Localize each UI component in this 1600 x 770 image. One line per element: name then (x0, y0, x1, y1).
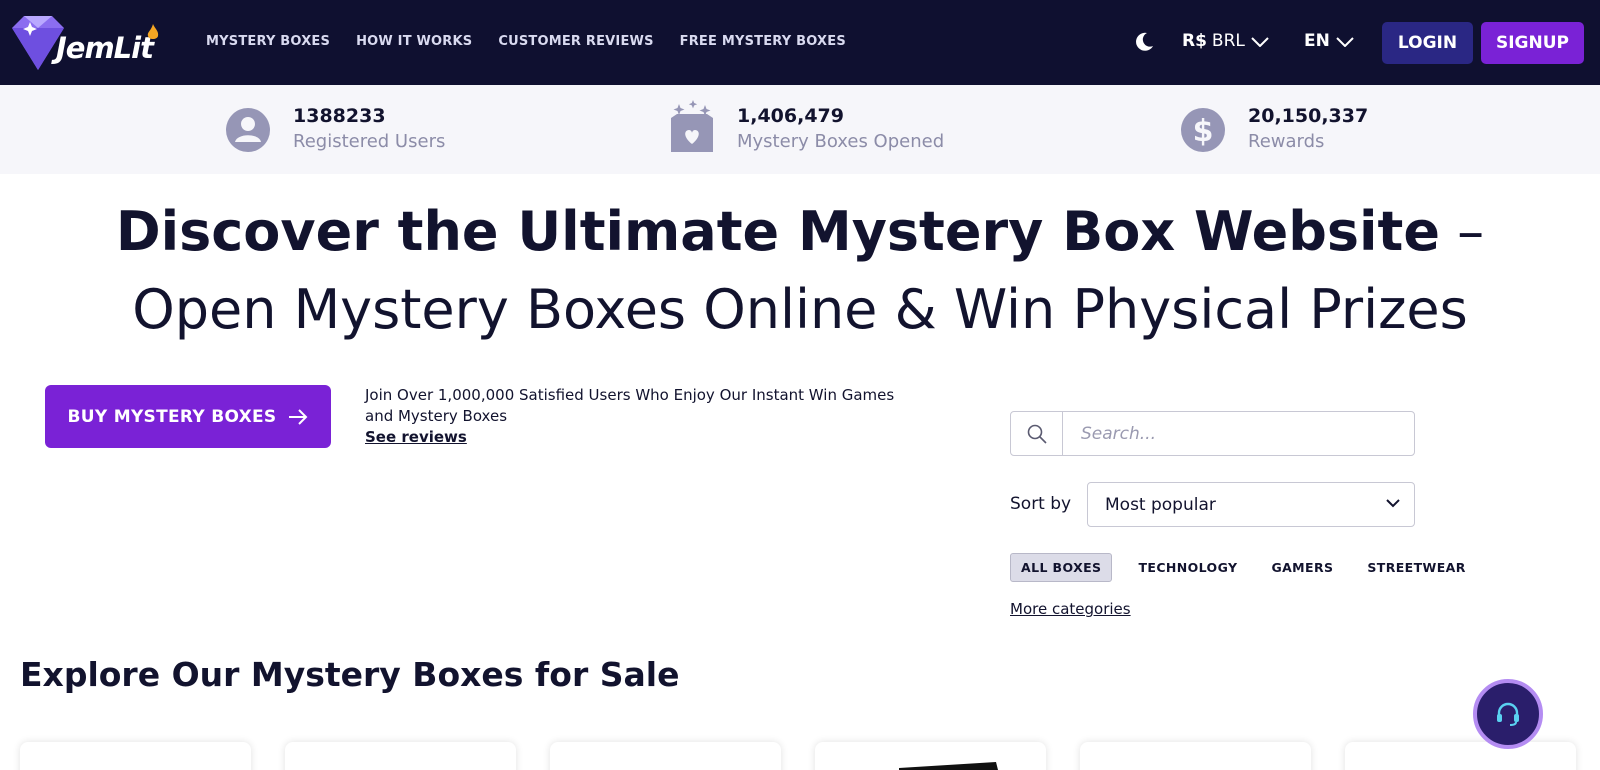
hero-heading: Discover the Ultimate Mystery Box Websit… (40, 193, 1560, 349)
chevron-down-icon (1386, 499, 1400, 508)
see-reviews-link[interactable]: See reviews (365, 427, 925, 448)
stat-label: Rewards (1248, 131, 1325, 152)
currency-selector[interactable]: R$ BRL (1182, 31, 1269, 51)
nav-customer-reviews[interactable]: CUSTOMER REVIEWS (498, 34, 653, 49)
stat-rewards: $ 20,150,337 Rewards (1180, 104, 1368, 156)
dollar-icon: $ (1181, 108, 1225, 152)
category-technology[interactable]: TECHNOLOGY (1138, 560, 1237, 575)
moon-icon[interactable] (1133, 31, 1155, 53)
headset-icon (1497, 702, 1519, 726)
search-icon[interactable] (1011, 412, 1063, 455)
hero-heading-bold: Discover the Ultimate Mystery Box Websit… (115, 200, 1440, 263)
buy-button-label: BUY MYSTERY BOXES (67, 406, 277, 427)
signup-button[interactable]: SIGNUP (1481, 22, 1584, 64)
explore-section-title: Explore Our Mystery Boxes for Sale (20, 655, 680, 694)
chevron-down-icon (1251, 37, 1269, 47)
currency-symbol: R$ (1182, 31, 1207, 51)
login-button[interactable]: LOGIN (1382, 22, 1473, 64)
stat-value: 1388233 (293, 105, 386, 127)
arrow-right-icon (289, 408, 308, 425)
stat-value: 20,150,337 (1248, 105, 1369, 127)
nav-mystery-boxes[interactable]: MYSTERY BOXES (206, 34, 330, 49)
user-icon (226, 108, 270, 152)
buy-mystery-boxes-button[interactable]: BUY MYSTERY BOXES (45, 385, 331, 448)
logo-text: JemLit (56, 31, 154, 65)
support-chat-button[interactable] (1473, 679, 1543, 749)
main-nav: MYSTERY BOXES HOW IT WORKS CUSTOMER REVI… (206, 34, 872, 49)
intro-block: Join Over 1,000,000 Satisfied Users Who … (365, 385, 925, 448)
category-streetwear[interactable]: STREETWEAR (1367, 560, 1465, 575)
box-thumbnail (898, 762, 998, 770)
category-all-boxes[interactable]: ALL BOXES (1010, 553, 1113, 582)
category-gamers[interactable]: GAMERS (1271, 560, 1333, 575)
more-categories-link[interactable]: More categories (1010, 600, 1131, 618)
stat-value: 1,406,479 (737, 105, 844, 127)
box-card[interactable] (815, 742, 1046, 770)
flame-icon (147, 24, 159, 39)
box-card[interactable] (285, 742, 516, 770)
stat-label: Mystery Boxes Opened (737, 131, 945, 152)
box-card[interactable] (1080, 742, 1311, 770)
intro-text: Join Over 1,000,000 Satisfied Users Who … (365, 386, 895, 425)
sort-select[interactable]: Most popular (1087, 482, 1415, 527)
top-navbar: JemLit MYSTERY BOXES HOW IT WORKS CUSTOM… (0, 0, 1600, 85)
stats-bar: 1388233 Registered Users 1,406,479 Myste… (0, 85, 1600, 174)
search-input[interactable] (1063, 412, 1414, 455)
stat-boxes-opened: 1,406,479 Mystery Boxes Opened (669, 100, 944, 156)
box-card[interactable] (1345, 742, 1576, 770)
search-box (1010, 411, 1415, 456)
stat-label: Registered Users (293, 131, 446, 152)
category-tabs: ALL BOXES TECHNOLOGY GAMERS STREETWEAR (1010, 553, 1500, 582)
box-card[interactable] (20, 742, 251, 770)
language-code: EN (1304, 31, 1330, 51)
language-selector[interactable]: EN (1304, 31, 1354, 51)
currency-code: BRL (1211, 31, 1245, 51)
nav-how-it-works[interactable]: HOW IT WORKS (356, 34, 472, 49)
box-heart-icon (671, 100, 713, 152)
svg-text:$: $ (1193, 114, 1214, 149)
box-card[interactable] (550, 742, 781, 770)
sort-selected-value: Most popular (1105, 494, 1216, 515)
nav-free-mystery-boxes[interactable]: FREE MYSTERY BOXES (680, 34, 846, 49)
chevron-down-icon (1336, 37, 1354, 47)
sort-by-label: Sort by (1010, 494, 1072, 514)
stat-registered-users: 1388233 Registered Users (225, 104, 445, 156)
jemlit-logo[interactable]: JemLit (10, 14, 170, 72)
